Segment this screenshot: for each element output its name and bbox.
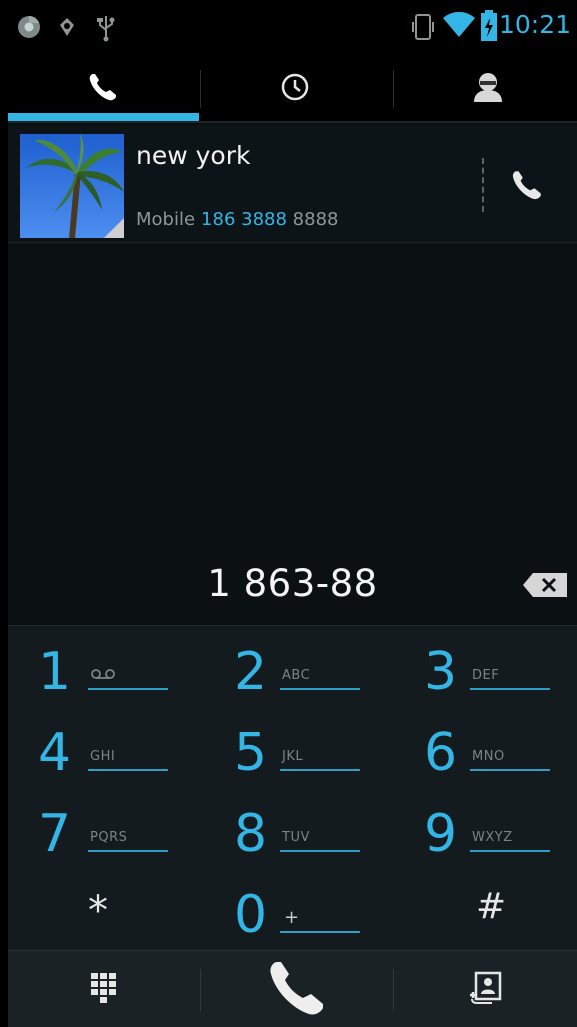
tab-call-log[interactable] — [200, 56, 390, 122]
key-underline — [88, 688, 168, 690]
call-button[interactable] — [200, 951, 393, 1027]
key-3[interactable]: 3 DEF — [388, 626, 577, 707]
number-rest-part: 8888 — [286, 209, 339, 230]
key-letters: PQRS — [90, 830, 128, 845]
key-hash[interactable]: # — [388, 869, 577, 950]
dialed-number[interactable]: 1 863-88 — [8, 562, 577, 605]
key-letters: JKL — [282, 749, 304, 764]
add-contact-button[interactable] — [393, 951, 577, 1027]
add-contact-icon — [468, 971, 502, 1009]
key-digit: 8 — [234, 804, 268, 864]
key-underline — [280, 769, 360, 771]
key-digit: 4 — [38, 723, 72, 783]
key-underline — [470, 850, 550, 852]
chrome-icon — [16, 14, 42, 44]
key-0[interactable]: 0 + — [198, 869, 388, 950]
person-icon — [471, 71, 505, 107]
key-letters: + — [284, 907, 300, 928]
contact-number-line: Mobile 186 3888 8888 — [136, 209, 338, 230]
key-digit: 1 — [38, 642, 72, 702]
key-digit: # — [476, 886, 507, 927]
key-underline — [280, 850, 360, 852]
key-digit: 0 — [234, 885, 268, 945]
key-9[interactable]: 9 WXYZ — [388, 788, 577, 869]
bottom-action-bar — [8, 950, 577, 1027]
usb-icon — [96, 14, 116, 46]
contact-suggestion-row[interactable]: new york Mobile 186 3888 8888 — [8, 125, 577, 243]
phone-icon — [265, 956, 329, 1024]
voicemail-icon — [90, 668, 116, 684]
key-digit: * — [88, 888, 108, 934]
key-letters: ABC — [282, 668, 311, 683]
key-digit: 5 — [234, 723, 268, 783]
key-star[interactable]: * — [8, 869, 198, 950]
phone-icon — [87, 71, 119, 107]
key-digit: 7 — [38, 804, 72, 864]
key-letters: DEF — [472, 668, 500, 683]
key-digit: 6 — [424, 723, 458, 783]
key-digit: 3 — [424, 642, 458, 702]
key-6[interactable]: 6 MNO — [388, 707, 577, 788]
phone-icon — [510, 168, 544, 206]
key-underline — [280, 688, 360, 690]
call-contact-button[interactable] — [504, 165, 550, 209]
status-bar: 10:21 — [8, 0, 577, 56]
keypad-toggle-button[interactable] — [8, 951, 200, 1027]
battery-charging-icon — [480, 10, 498, 46]
key-underline — [88, 850, 168, 852]
key-2[interactable]: 2 ABC — [198, 626, 388, 707]
wifi-icon — [442, 10, 476, 42]
key-letters: WXYZ — [472, 830, 513, 845]
dialer-screen: 10:21 new york Mobile 186 3888 8888 1 86… — [8, 0, 577, 1027]
key-underline — [88, 769, 168, 771]
key-5[interactable]: 5 JKL — [198, 707, 388, 788]
contact-photo[interactable] — [20, 134, 124, 238]
dial-keypad: 1 2 ABC 3 DEF 4 GHI 5 JKL 6 MNO 7 PQRS 8… — [8, 625, 577, 950]
key-underline — [470, 769, 550, 771]
tab-underline — [8, 121, 577, 123]
number-type-label: Mobile — [136, 209, 196, 230]
key-8[interactable]: 8 TUV — [198, 788, 388, 869]
key-underline — [280, 931, 360, 933]
key-1[interactable]: 1 — [8, 626, 198, 707]
key-letters: GHI — [90, 749, 116, 764]
backspace-icon — [521, 573, 571, 604]
number-matched-part: 186 3888 — [201, 209, 287, 230]
tab-contacts[interactable] — [393, 56, 577, 122]
dial-number-display[interactable]: 1 863-88 — [8, 552, 577, 622]
backspace-button[interactable] — [521, 570, 571, 600]
clock-icon — [280, 72, 310, 106]
key-4[interactable]: 4 GHI — [8, 707, 198, 788]
key-digit: 2 — [234, 642, 268, 702]
key-7[interactable]: 7 PQRS — [8, 788, 198, 869]
key-letters: TUV — [282, 830, 310, 845]
call-divider — [482, 158, 484, 212]
vibrate-icon — [412, 12, 434, 46]
contact-name: new york — [136, 141, 251, 170]
key-underline — [470, 688, 550, 690]
dialpad-icon — [90, 972, 118, 1008]
key-letters: MNO — [472, 749, 505, 764]
tab-selected-indicator — [8, 113, 199, 121]
android-debug-icon — [54, 14, 80, 44]
key-digit: 9 — [424, 804, 458, 864]
status-time: 10:21 — [498, 10, 571, 39]
